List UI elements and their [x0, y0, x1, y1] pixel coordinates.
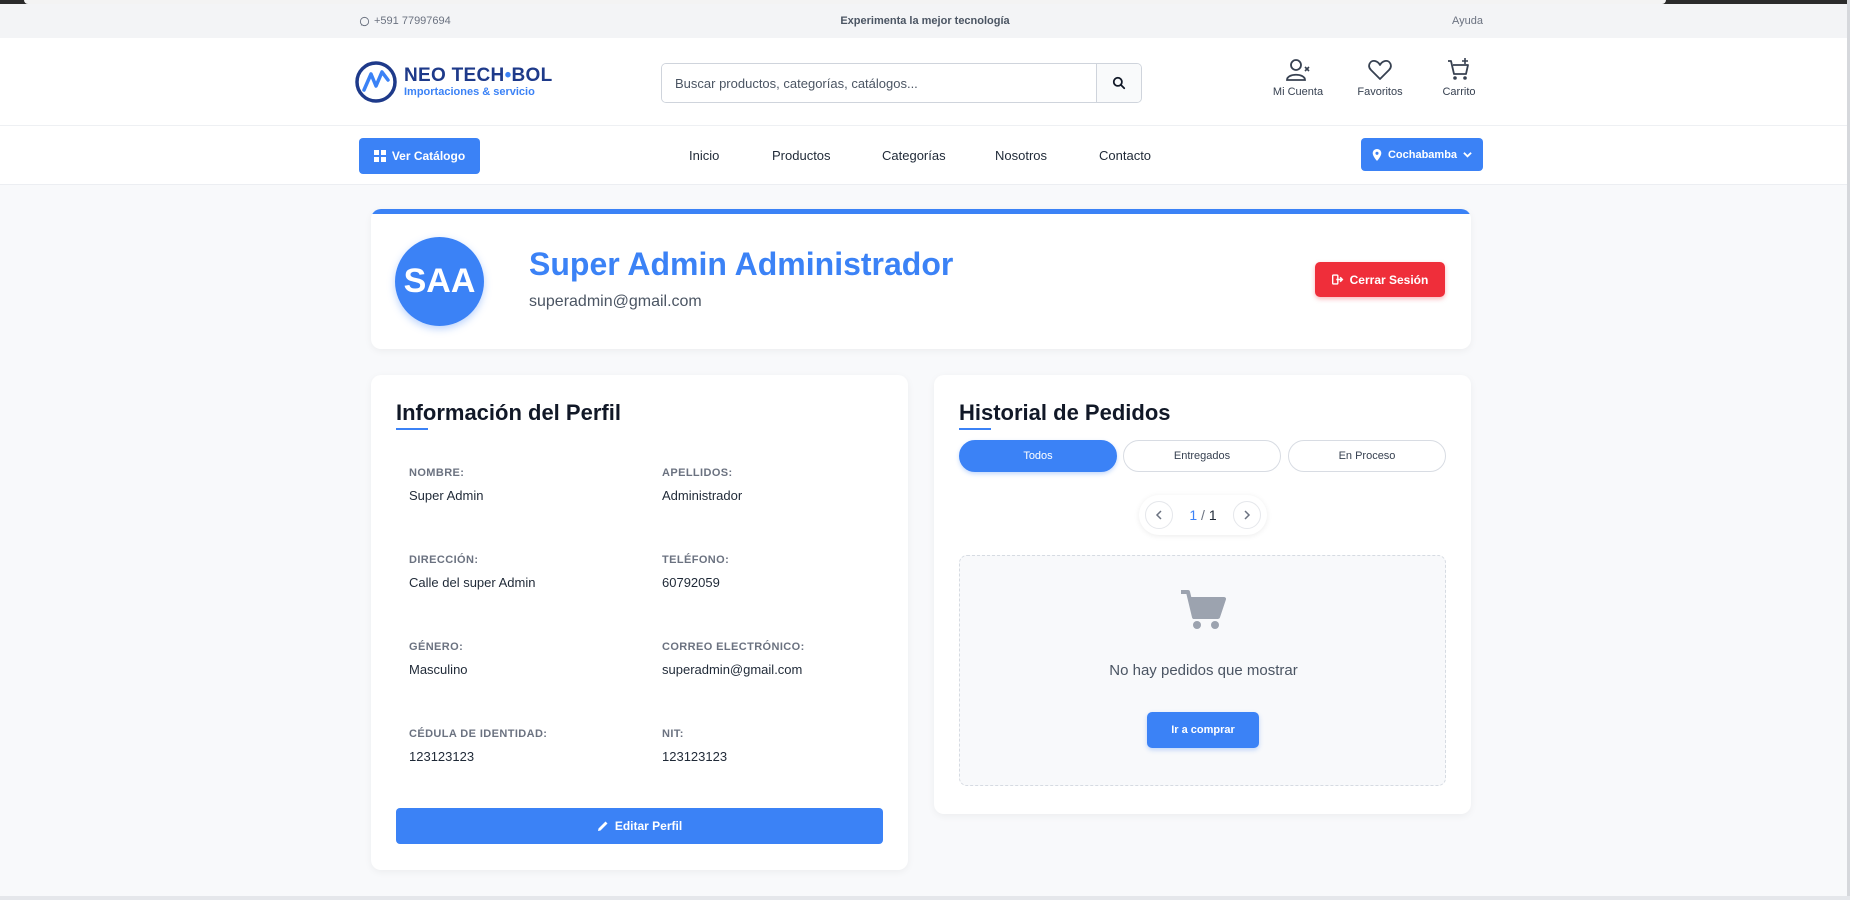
tagline: Experimenta la mejor tecnología	[840, 15, 1010, 27]
empty-orders-state: No hay pedidos que mostrar Ir a comprar	[959, 555, 1446, 786]
my-account-label: Mi Cuenta	[1272, 86, 1324, 98]
cart-button[interactable]: Carrito	[1419, 58, 1499, 98]
main-navbar: Ver Catálogo Inicio Productos Categorías…	[0, 126, 1850, 185]
favorites-label: Favoritos	[1357, 86, 1403, 98]
page-separator: /	[1201, 507, 1205, 523]
next-page-button[interactable]	[1233, 501, 1261, 529]
cart-icon	[1448, 58, 1469, 80]
site-header: NEO TECH•BOL Importaciones & servicio Mi…	[0, 38, 1850, 126]
field-telefono: TELÉFONO: 60792059	[662, 554, 902, 590]
tab-todos[interactable]: Todos	[959, 440, 1117, 472]
go-shopping-button[interactable]: Ir a comprar	[1147, 712, 1259, 748]
field-value: 123123123	[662, 749, 728, 764]
logout-button[interactable]: Cerrar Sesión	[1315, 262, 1445, 297]
chevron-right-icon	[1244, 510, 1251, 520]
nav-link-contacto[interactable]: Contacto	[1099, 148, 1151, 163]
field-label: GÉNERO:	[409, 641, 464, 653]
field-label: APELLIDOS:	[662, 467, 733, 479]
nav-link-nosotros[interactable]: Nosotros	[995, 148, 1047, 163]
current-page: 1	[1189, 507, 1198, 523]
field-cedula: CÉDULA DE IDENTIDAD: 123123123	[409, 728, 649, 764]
logout-label: Cerrar Sesión	[1349, 272, 1429, 287]
nav-link-inicio[interactable]: Inicio	[689, 148, 719, 163]
field-value: superadmin@gmail.com	[662, 662, 803, 677]
favorites-button[interactable]: Favoritos	[1340, 58, 1420, 98]
edit-profile-button[interactable]: Editar Perfil	[396, 808, 883, 844]
order-history-title: Historial de Pedidos	[959, 400, 1171, 425]
tab-en-proceso[interactable]: En Proceso	[1288, 440, 1446, 472]
field-value: 60792059	[662, 575, 720, 590]
user-icon	[1286, 59, 1310, 81]
field-label: TELÉFONO:	[662, 554, 730, 566]
field-nit: NIT: 123123123	[662, 728, 902, 764]
search-button[interactable]	[1096, 64, 1141, 102]
field-correo: CORREO ELECTRÓNICO: superadmin@gmail.com	[662, 641, 902, 677]
field-value: Calle del super Admin	[409, 575, 536, 590]
field-value: Administrador	[662, 488, 743, 503]
my-account-button[interactable]: Mi Cuenta	[1258, 58, 1338, 98]
footer-divider	[0, 896, 1850, 900]
field-value: 123123123	[409, 749, 475, 764]
site-logo[interactable]: NEO TECH•BOL Importaciones & servicio	[354, 60, 553, 104]
field-label: CÉDULA DE IDENTIDAD:	[409, 728, 548, 740]
title-underline	[396, 428, 428, 430]
card-accent-bar	[371, 209, 1471, 214]
cart-label: Carrito	[1442, 86, 1476, 98]
field-label: CORREO ELECTRÓNICO:	[662, 641, 805, 653]
profile-info-title: Información del Perfil	[396, 400, 621, 425]
field-label: NIT:	[662, 728, 684, 740]
tab-entregados[interactable]: Entregados	[1123, 440, 1281, 472]
order-history-card: Historial de Pedidos Todos Entregados En…	[934, 375, 1471, 814]
logo-brand: NEO TECH•BOL	[404, 65, 553, 86]
shopping-cart-icon	[1181, 590, 1226, 629]
field-genero: GÉNERO: Masculino	[409, 641, 649, 677]
field-label: NOMBRE:	[409, 467, 465, 479]
avatar: SAA	[395, 237, 484, 326]
map-pin-icon	[1372, 148, 1382, 161]
profile-full-name: Super Admin Administrador	[529, 246, 954, 282]
nav-link-productos[interactable]: Productos	[772, 148, 831, 163]
title-underline	[959, 428, 991, 430]
city-selector[interactable]: Cochabamba	[1361, 138, 1483, 171]
field-value: Super Admin	[409, 488, 484, 503]
search-icon	[1112, 76, 1126, 90]
logo-subtitle: Importaciones & servicio	[404, 86, 535, 98]
field-apellidos: APELLIDOS: Administrador	[662, 467, 902, 503]
search-bar	[661, 63, 1142, 103]
pencil-icon	[597, 821, 608, 831]
profile-header-card: SAA Super Admin Administrador superadmin…	[371, 209, 1471, 349]
pagination: 1 / 1	[1139, 495, 1267, 535]
nav-link-categorias[interactable]: Categorías	[882, 148, 946, 163]
sign-out-icon	[1331, 274, 1344, 285]
city-label: Cochabamba	[1387, 148, 1458, 161]
field-nombre: NOMBRE: Super Admin	[409, 467, 649, 503]
profile-info-card: Información del Perfil NOMBRE: Super Adm…	[371, 375, 908, 870]
heart-icon	[1368, 60, 1392, 80]
chevron-down-icon	[1463, 152, 1472, 158]
field-label: DIRECCIÓN:	[409, 554, 479, 566]
logo-mark-icon	[355, 61, 397, 103]
search-input[interactable]	[662, 64, 1097, 102]
field-value: Masculino	[409, 662, 468, 677]
total-pages: 1	[1208, 507, 1217, 523]
empty-orders-message: No hay pedidos que mostrar	[1109, 662, 1298, 679]
help-link[interactable]: Ayuda	[1452, 15, 1483, 27]
top-info-bar: +591 77997694 Experimenta la mejor tecno…	[0, 4, 1850, 38]
profile-email: superadmin@gmail.com	[529, 293, 702, 310]
order-filter-tabs: Todos Entregados En Proceso	[959, 440, 1446, 472]
field-direccion: DIRECCIÓN: Calle del super Admin	[409, 554, 649, 590]
edit-profile-label: Editar Perfil	[614, 819, 683, 833]
